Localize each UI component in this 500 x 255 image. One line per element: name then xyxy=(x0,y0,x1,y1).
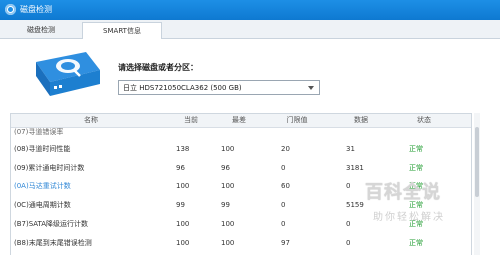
table-row[interactable]: (09)累计通电时间计数 96 96 0 3181 正常 xyxy=(11,159,471,177)
row-worst: 96 xyxy=(221,164,230,172)
disk-select-value: 日立 HDS721050CLA362 (500 GB) xyxy=(123,84,242,92)
row-worst: 100 xyxy=(221,182,235,190)
row-data: 31 xyxy=(346,145,355,153)
row-name: (B7)SATA降级运行计数 xyxy=(14,220,89,228)
tab-disk-check[interactable]: 磁盘检测 xyxy=(0,22,82,38)
row-worst: 100 xyxy=(221,220,235,228)
row-worst: 100 xyxy=(221,239,235,247)
row-name: (09)累计通电时间计数 xyxy=(14,164,85,172)
row-data: 0 xyxy=(346,239,351,247)
disk-select-label: 请选择磁盘或者分区： xyxy=(118,63,198,72)
row-data: 3181 xyxy=(346,164,364,172)
row-threshold: 0 xyxy=(281,201,286,209)
watermark-main: 百科全说 xyxy=(365,182,441,203)
row-current: 96 xyxy=(176,164,185,172)
row-threshold: 20 xyxy=(281,145,290,153)
table-row-partial[interactable]: (07)寻道错误率 xyxy=(11,123,471,141)
table-row[interactable]: (B8)末尾到末尾错误检测 100 100 97 0 正常 xyxy=(11,234,471,252)
row-status: 正常 xyxy=(409,145,423,153)
watermark-sub: 助你轻松解决 xyxy=(373,212,445,223)
row-name: (0A)马达重试计数 xyxy=(14,182,71,190)
row-current: 100 xyxy=(176,182,190,190)
row-current: 100 xyxy=(176,220,190,228)
tab-smart-info[interactable]: SMART信息 xyxy=(82,22,162,39)
row-status: 正常 xyxy=(409,164,423,172)
row-name: (08)寻道时间性能 xyxy=(14,145,71,153)
watermark: 百科全说 助你轻松解决 xyxy=(355,178,490,228)
tab-bar: 磁盘检测 SMART信息 xyxy=(0,20,500,39)
row-current: 99 xyxy=(176,201,185,209)
row-name: (07)寻道错误率 xyxy=(14,128,64,136)
window-title: 磁盘检测 xyxy=(20,5,52,14)
disk-select-dropdown[interactable]: 日立 HDS721050CLA362 (500 GB) xyxy=(118,80,320,95)
row-worst: 100 xyxy=(221,145,235,153)
row-threshold: 97 xyxy=(281,239,290,247)
row-threshold: 0 xyxy=(281,164,286,172)
app-icon xyxy=(5,4,16,15)
hard-disk-icon xyxy=(36,52,100,96)
table-row[interactable]: (08)寻道时间性能 138 100 20 31 正常 xyxy=(11,140,471,158)
row-status: 正常 xyxy=(409,239,423,247)
row-name: (0C)通电周期计数 xyxy=(14,201,71,209)
row-worst: 99 xyxy=(221,201,230,209)
chevron-down-icon[interactable] xyxy=(308,86,314,90)
row-threshold: 0 xyxy=(281,220,286,228)
row-name: (B8)末尾到末尾错误检测 xyxy=(14,239,92,247)
row-current: 100 xyxy=(176,239,190,247)
row-current: 138 xyxy=(176,145,190,153)
title-bar: 磁盘检测 xyxy=(0,0,500,20)
row-threshold: 60 xyxy=(281,182,290,190)
